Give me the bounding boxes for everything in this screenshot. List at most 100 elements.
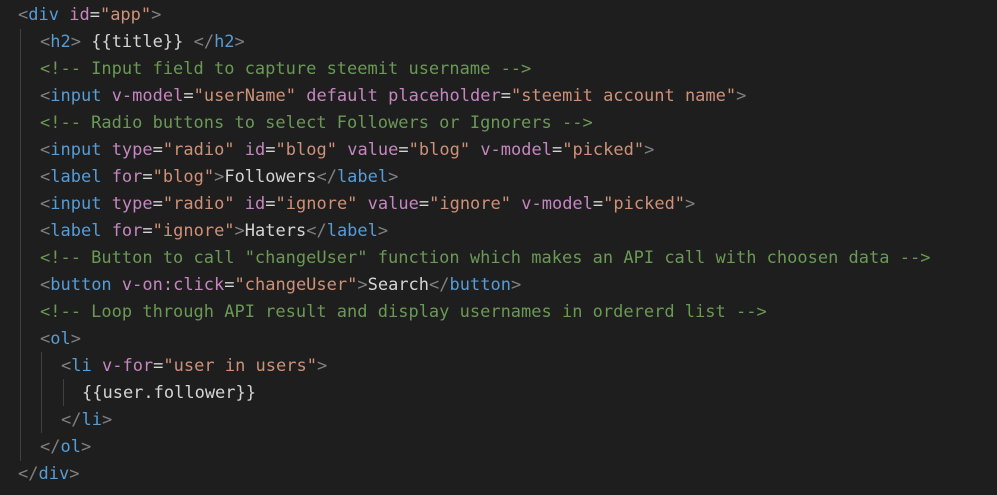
tag-bracket: > xyxy=(80,437,92,457)
tag-bracket: > xyxy=(70,329,81,349)
text-content xyxy=(101,221,111,241)
text-content xyxy=(101,167,111,187)
attribute-value: "ignore" xyxy=(152,221,235,241)
text-content xyxy=(101,194,111,214)
code-line-4[interactable]: <input v-model="userName" default placeh… xyxy=(0,83,746,110)
code-line-8[interactable]: <input type="radio" id="ignore" value="i… xyxy=(0,191,695,218)
tag-name: label xyxy=(336,167,389,187)
tag-bracket: > xyxy=(70,32,81,52)
code-comment: <!-- Radio buttons to select Followers o… xyxy=(40,113,593,133)
tag-name: li xyxy=(71,356,92,376)
attribute-name: v-model xyxy=(480,140,552,160)
tag-bracket: > xyxy=(151,5,162,25)
tag-bracket: > xyxy=(685,194,696,214)
code-line-16[interactable]: </li> xyxy=(0,407,112,434)
code-line-10[interactable]: <!-- Button to call "changeUser" functio… xyxy=(0,245,930,272)
attribute-value: "changeUser" xyxy=(234,275,358,295)
tag-name: h2 xyxy=(214,32,235,52)
code-line-17[interactable]: </ol> xyxy=(0,434,91,461)
code-line-11[interactable]: <button v-on:click="changeUser">Search</… xyxy=(0,272,521,299)
tag-bracket: < xyxy=(40,194,51,214)
tag-name: div xyxy=(38,464,70,484)
equals-sign: = xyxy=(142,221,153,241)
attribute-name: v-model xyxy=(111,86,184,106)
tag-name: ol xyxy=(50,329,71,349)
text-content xyxy=(296,86,306,106)
attribute-name: placeholder xyxy=(388,86,501,106)
attribute-value: "picked" xyxy=(603,194,686,214)
code-line-12[interactable]: <!-- Loop through API result and display… xyxy=(0,299,767,326)
attribute-value: "ignore" xyxy=(275,194,358,214)
equals-sign: = xyxy=(500,86,511,106)
equals-sign: = xyxy=(551,140,563,160)
tag-bracket: </ xyxy=(316,167,337,187)
code-line-7[interactable]: <label for="blog">Followers</label> xyxy=(0,164,398,191)
code-editor[interactable]: <div id="app"> <h2> {{title}} </h2> <!--… xyxy=(0,0,997,495)
attribute-name: type xyxy=(111,194,153,214)
code-line-3[interactable]: <!-- Input field to capture steemit user… xyxy=(0,56,531,83)
tag-name: input xyxy=(50,86,102,106)
text-content: Haters xyxy=(244,221,307,241)
text-content xyxy=(357,194,367,214)
attribute-value: "picked" xyxy=(562,140,645,160)
attribute-value: "radio" xyxy=(162,140,235,160)
code-line-15[interactable]: {{user.follower}} xyxy=(0,380,256,407)
equals-sign: = xyxy=(265,140,276,160)
text-content xyxy=(378,86,388,106)
text-content: {{user.follower}} xyxy=(82,383,256,403)
attribute-value: "blog" xyxy=(408,140,471,160)
code-line-18[interactable]: </div> xyxy=(0,461,79,488)
tag-name: label xyxy=(326,221,378,241)
tag-bracket: > xyxy=(234,32,245,52)
equals-sign: = xyxy=(152,194,163,214)
attribute-name: id xyxy=(69,5,90,25)
attribute-name: id xyxy=(244,194,266,214)
text-content: Followers xyxy=(224,167,317,187)
code-line-1[interactable]: <div id="app"> xyxy=(0,2,161,29)
tag-name: input xyxy=(50,140,102,160)
tag-bracket: < xyxy=(40,275,51,295)
code-line-6[interactable]: <input type="radio" id="blog" value="blo… xyxy=(0,137,654,164)
tag-name: div xyxy=(28,5,59,25)
tag-bracket: < xyxy=(18,5,29,25)
tag-name: button xyxy=(449,275,511,295)
code-line-5[interactable]: <!-- Radio buttons to select Followers o… xyxy=(0,110,593,137)
tag-bracket: > xyxy=(377,221,389,241)
equals-sign: = xyxy=(224,275,235,295)
attribute-name: for xyxy=(111,221,143,241)
tag-bracket: </ xyxy=(306,221,327,241)
equals-sign: = xyxy=(142,167,153,187)
tag-bracket: > xyxy=(388,167,399,187)
tag-bracket: > xyxy=(736,86,747,106)
tag-bracket: </ xyxy=(40,437,61,457)
code-comment: <!-- Loop through API result and display… xyxy=(40,302,767,322)
equals-sign: = xyxy=(152,140,163,160)
attribute-value: "steemit account name" xyxy=(510,86,737,106)
attribute-name: for xyxy=(111,167,143,187)
text-content xyxy=(337,140,347,160)
code-line-9[interactable]: <label for="ignore">Haters</label> xyxy=(0,218,388,245)
code-line-13[interactable]: <ol> xyxy=(0,326,81,353)
text-content xyxy=(235,140,245,160)
tag-bracket: > xyxy=(316,356,328,376)
tag-bracket: > xyxy=(101,410,113,430)
code-line-2[interactable]: <h2> {{title}} </h2> xyxy=(0,29,245,56)
attribute-value: "blog" xyxy=(152,167,215,187)
attribute-name: value xyxy=(367,194,419,214)
tag-bracket: > xyxy=(234,221,245,241)
tag-bracket: < xyxy=(61,356,72,376)
attribute-value: "userName" xyxy=(193,86,296,106)
attribute-name: v-model xyxy=(521,194,593,214)
tag-bracket: < xyxy=(40,167,51,187)
tag-bracket: > xyxy=(644,140,655,160)
attribute-name: default xyxy=(306,86,378,106)
tag-name: button xyxy=(50,275,112,295)
equals-sign: = xyxy=(418,194,430,214)
tag-bracket: > xyxy=(357,275,368,295)
tag-bracket: > xyxy=(510,275,522,295)
code-line-14[interactable]: <li v-for="user in users"> xyxy=(0,353,327,380)
text-content xyxy=(470,140,480,160)
tag-bracket: </ xyxy=(18,464,39,484)
tag-bracket: > xyxy=(69,464,80,484)
text-content xyxy=(59,5,69,25)
